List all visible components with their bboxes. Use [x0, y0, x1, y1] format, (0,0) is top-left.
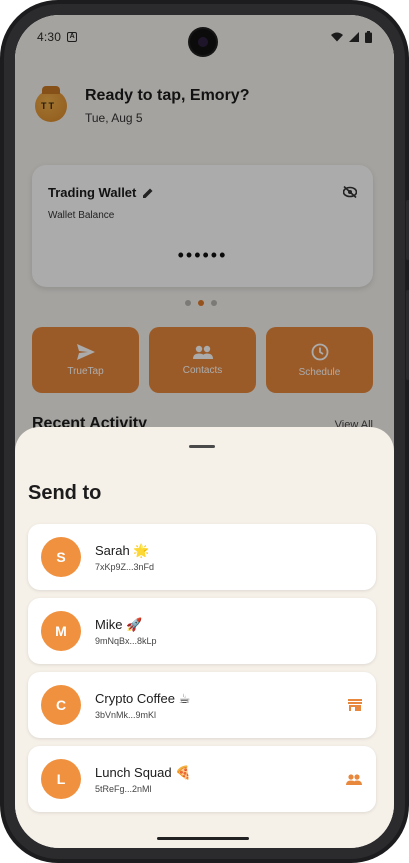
contact-avatar: L — [41, 759, 81, 799]
contact-avatar: S — [41, 537, 81, 577]
contact-row[interactable]: C Crypto Coffee ☕ 3bVnMk...9mKl — [28, 672, 376, 738]
contact-name: Lunch Squad 🍕 — [95, 764, 192, 780]
contact-address: 9mNqBx...8kLp — [95, 635, 157, 646]
send-to-sheet: Send to S Sarah 🌟 7xKp9Z...3nFd M Mike 🚀… — [15, 427, 394, 848]
sheet-drag-handle[interactable] — [189, 445, 215, 448]
sheet-title: Send to — [28, 482, 102, 504]
contact-avatar: C — [41, 685, 81, 725]
contact-name: Crypto Coffee ☕ — [95, 690, 191, 706]
home-indicator[interactable] — [157, 837, 249, 840]
contact-name: Mike 🚀 — [95, 616, 143, 632]
contact-address: 5tReFg...2nMl — [95, 783, 152, 794]
contact-address: 3bVnMk...9mKl — [95, 709, 157, 720]
contact-info: Lunch Squad 🍕 5tReFg...2nMl — [95, 765, 346, 794]
contact-row[interactable]: L Lunch Squad 🍕 5tReFg...2nMl — [28, 746, 376, 812]
contact-row[interactable]: S Sarah 🌟 7xKp9Z...3nFd — [28, 524, 376, 590]
contact-info: Sarah 🌟 7xKp9Z...3nFd — [95, 543, 376, 572]
store-icon — [348, 699, 362, 711]
contact-avatar: M — [41, 611, 81, 651]
contact-row[interactable]: M Mike 🚀 9mNqBx...8kLp — [28, 598, 376, 664]
phone-frame: 4:30 A TT Ready to tap, Emory? Tue, Aug … — [0, 0, 409, 863]
contact-name: Sarah 🌟 — [95, 542, 150, 558]
contact-info: Mike 🚀 9mNqBx...8kLp — [95, 617, 376, 646]
contact-address: 7xKp9Z...3nFd — [95, 561, 155, 572]
screen: 4:30 A TT Ready to tap, Emory? Tue, Aug … — [15, 15, 394, 848]
group-icon — [346, 773, 362, 785]
contact-info: Crypto Coffee ☕ 3bVnMk...9mKl — [95, 691, 348, 720]
